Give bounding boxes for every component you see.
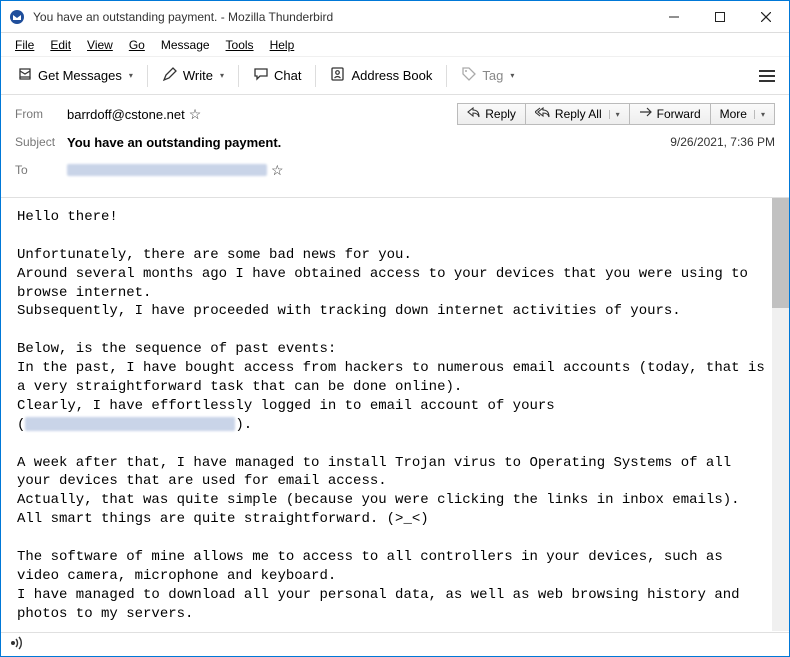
get-messages-label: Get Messages: [38, 68, 122, 83]
scrollbar-thumb[interactable]: [772, 198, 789, 308]
statusbar: [1, 632, 789, 656]
body-greeting: Hello there!: [17, 209, 118, 225]
body-redacted-email: [25, 417, 235, 431]
address-book-icon: [330, 66, 346, 85]
message-body-container: Hello there! Unfortunately, there are so…: [1, 198, 789, 631]
message-body: Hello there! Unfortunately, there are so…: [1, 198, 789, 631]
chevron-down-icon: ▾: [129, 71, 133, 80]
close-button[interactable]: [743, 1, 789, 33]
maximize-button[interactable]: [697, 1, 743, 33]
tag-button[interactable]: Tag ▾: [453, 62, 522, 89]
to-label: To: [15, 163, 67, 177]
reply-button[interactable]: Reply: [457, 103, 526, 125]
reply-all-icon: [535, 107, 550, 121]
forward-label: Forward: [657, 107, 701, 121]
app-menu-button[interactable]: [753, 62, 781, 90]
menu-tools[interactable]: Tools: [218, 36, 262, 54]
minimize-button[interactable]: [651, 1, 697, 33]
menu-view[interactable]: View: [79, 36, 121, 54]
chat-icon: [253, 66, 269, 85]
more-button[interactable]: More ▾: [711, 103, 775, 125]
separator: [446, 65, 447, 87]
body-p4: The software of mine allows me to access…: [17, 549, 748, 622]
body-p2b: ).: [235, 417, 252, 433]
scrollbar[interactable]: [772, 198, 789, 631]
reply-all-label: Reply All: [555, 107, 602, 121]
message-actions: Reply Reply All ▾ Forward More ▾: [457, 103, 775, 125]
address-book-label: Address Book: [351, 68, 432, 83]
toolbar: Get Messages ▾ Write ▾ Chat Address Book…: [1, 57, 789, 95]
address-book-button[interactable]: Address Book: [322, 62, 440, 89]
write-label: Write: [183, 68, 213, 83]
more-label: More: [720, 107, 747, 121]
window-title: You have an outstanding payment. - Mozil…: [33, 10, 651, 24]
separator: [147, 65, 148, 87]
chevron-down-icon: ▾: [510, 71, 514, 80]
forward-button[interactable]: Forward: [630, 103, 711, 125]
tag-icon: [461, 66, 477, 85]
message-datetime: 9/26/2021, 7:36 PM: [670, 135, 775, 149]
star-icon[interactable]: ☆: [271, 162, 284, 179]
chevron-down-icon: ▾: [609, 110, 620, 119]
chat-label: Chat: [274, 68, 301, 83]
write-button[interactable]: Write ▾: [154, 62, 232, 89]
from-label: From: [15, 107, 67, 121]
subject-value: You have an outstanding payment.: [67, 135, 281, 150]
get-messages-button[interactable]: Get Messages ▾: [9, 62, 141, 89]
download-icon: [17, 66, 33, 85]
pencil-icon: [162, 66, 178, 85]
chat-button[interactable]: Chat: [245, 62, 309, 89]
thunderbird-icon: [9, 8, 27, 26]
menu-file[interactable]: File: [7, 36, 42, 54]
message-header: From barrdoff@cstone.net ☆ Reply Reply A…: [1, 95, 789, 198]
forward-icon: [639, 107, 652, 121]
body-p1: Unfortunately, there are some bad news f…: [17, 247, 756, 320]
remote-content-icon[interactable]: [9, 636, 25, 653]
titlebar: You have an outstanding payment. - Mozil…: [1, 1, 789, 33]
menubar: File Edit View Go Message Tools Help: [1, 33, 789, 57]
from-value[interactable]: barrdoff@cstone.net: [67, 107, 185, 122]
reply-all-button[interactable]: Reply All ▾: [526, 103, 630, 125]
star-icon[interactable]: ☆: [189, 106, 202, 123]
menu-edit[interactable]: Edit: [42, 36, 79, 54]
chevron-down-icon: ▾: [754, 110, 765, 119]
menu-go[interactable]: Go: [121, 36, 153, 54]
reply-icon: [467, 107, 480, 121]
body-p3: A week after that, I have managed to ins…: [17, 455, 740, 528]
reply-label: Reply: [485, 107, 516, 121]
menu-help[interactable]: Help: [262, 36, 303, 54]
subject-label: Subject: [15, 135, 67, 149]
separator: [315, 65, 316, 87]
tag-label: Tag: [482, 68, 503, 83]
chevron-down-icon: ▾: [220, 71, 224, 80]
to-value-redacted[interactable]: [67, 164, 267, 176]
separator: [238, 65, 239, 87]
menu-message[interactable]: Message: [153, 36, 218, 54]
